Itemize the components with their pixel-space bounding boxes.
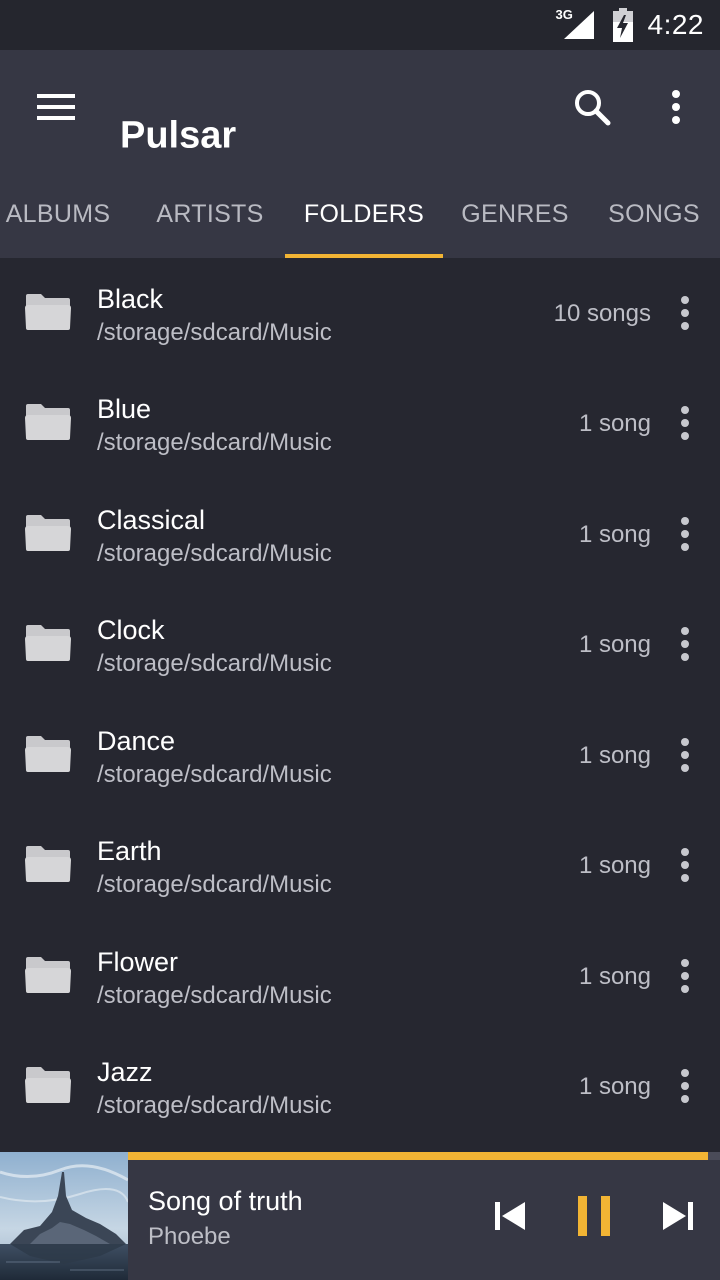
folder-icon: [25, 515, 71, 551]
folder-name: Black: [97, 284, 164, 314]
folder-row-clock[interactable]: Clock /storage/sdcard/Music 1 song: [0, 589, 720, 699]
folder-name: Blue: [97, 394, 152, 424]
network-type-label: 3G: [555, 7, 573, 22]
folder-path: /storage/sdcard/Music: [97, 429, 332, 456]
folder-row-dance[interactable]: Dance /storage/sdcard/Music 1 song: [0, 700, 720, 810]
folder-song-count: 1 song: [578, 852, 651, 879]
mini-player[interactable]: Song of truth Phoebe: [0, 1152, 720, 1280]
more-vert-icon[interactable]: [670, 403, 700, 443]
folder-song-count: 10 songs: [553, 300, 651, 327]
status-bar: 3G 4:22: [0, 0, 720, 50]
more-vert-icon[interactable]: [670, 956, 700, 996]
folder-path: /storage/sdcard/Music: [97, 982, 332, 1009]
now-playing-title: Song of truth: [148, 1186, 303, 1216]
folder-name: Dance: [97, 726, 176, 756]
more-vert-icon[interactable]: [670, 845, 700, 885]
folder-row-flower[interactable]: Flower /storage/sdcard/Music 1 song: [0, 921, 720, 1031]
battery-charging-icon: [612, 8, 634, 42]
skip-previous-icon: [495, 1202, 525, 1230]
previous-button[interactable]: [482, 1188, 538, 1244]
folder-song-count: 1 song: [578, 742, 651, 769]
overflow-menu-button[interactable]: [644, 75, 708, 139]
more-vert-icon[interactable]: [670, 1066, 700, 1106]
more-vert-icon: [672, 90, 680, 124]
folder-path: /storage/sdcard/Music: [97, 761, 332, 788]
folder-icon: [25, 625, 71, 661]
playback-progress-fill: [128, 1152, 709, 1160]
folder-name: Classical: [97, 505, 206, 535]
pause-icon: [578, 1196, 610, 1236]
folder-song-count: 1 song: [578, 963, 651, 990]
folder-list: Black /storage/sdcard/Music 10 songs Blu…: [0, 258, 720, 1152]
more-vert-icon[interactable]: [670, 514, 700, 554]
folder-path: /storage/sdcard/Music: [97, 871, 332, 898]
folder-icon: [25, 736, 71, 772]
folder-name: Clock: [97, 615, 165, 645]
folder-path: /storage/sdcard/Music: [97, 650, 332, 677]
folder-path: /storage/sdcard/Music: [97, 1092, 332, 1119]
folder-icon: [25, 846, 71, 882]
app-bar: Pulsar ALBUMS ARTISTS FOLDERS GENRES SON…: [0, 50, 720, 258]
pause-button[interactable]: [566, 1188, 622, 1244]
tab-bar: ALBUMS ARTISTS FOLDERS GENRES SONGS: [0, 170, 720, 258]
folder-song-count: 1 song: [578, 631, 651, 658]
app-title: Pulsar: [120, 114, 237, 157]
status-time: 4:22: [647, 9, 704, 40]
tab-songs[interactable]: SONGS: [594, 170, 714, 258]
folder-row-blue[interactable]: Blue /storage/sdcard/Music 1 song: [0, 368, 720, 478]
skip-next-icon: [663, 1202, 693, 1230]
menu-button[interactable]: [24, 75, 88, 139]
folder-row-jazz[interactable]: Jazz /storage/sdcard/Music 1 song: [0, 1031, 720, 1141]
folder-name: Flower: [97, 947, 179, 977]
tab-genres[interactable]: GENRES: [450, 170, 580, 258]
folder-icon: [25, 404, 71, 440]
more-vert-icon[interactable]: [670, 293, 700, 333]
folder-song-count: 1 song: [578, 1073, 651, 1100]
search-icon: [575, 90, 611, 126]
more-vert-icon[interactable]: [670, 624, 700, 664]
folder-song-count: 1 song: [578, 410, 651, 437]
folder-icon: [25, 1067, 71, 1103]
album-art[interactable]: [0, 1152, 128, 1280]
folder-icon: [25, 957, 71, 993]
folder-path: /storage/sdcard/Music: [97, 540, 332, 567]
tab-folders[interactable]: FOLDERS: [285, 170, 443, 258]
now-playing-artist: Phoebe: [148, 1223, 231, 1250]
folder-name: Earth: [97, 836, 162, 866]
folder-path: /storage/sdcard/Music: [97, 319, 332, 346]
folder-song-count: 1 song: [578, 521, 651, 548]
next-button[interactable]: [650, 1188, 706, 1244]
folder-icon: [25, 294, 71, 330]
network-signal-icon: 3G: [556, 7, 598, 41]
hamburger-menu-icon: [37, 94, 75, 120]
playback-progress-bar[interactable]: [128, 1152, 720, 1160]
tab-albums[interactable]: ALBUMS: [0, 170, 116, 258]
folder-row-classical[interactable]: Classical /storage/sdcard/Music 1 song: [0, 479, 720, 589]
search-button[interactable]: [560, 75, 624, 139]
folder-row-earth[interactable]: Earth /storage/sdcard/Music 1 song: [0, 810, 720, 920]
folder-name: Jazz: [97, 1057, 153, 1087]
more-vert-icon[interactable]: [670, 735, 700, 775]
tab-artists[interactable]: ARTISTS: [140, 170, 280, 258]
folder-row-black[interactable]: Black /storage/sdcard/Music 10 songs: [0, 258, 720, 368]
